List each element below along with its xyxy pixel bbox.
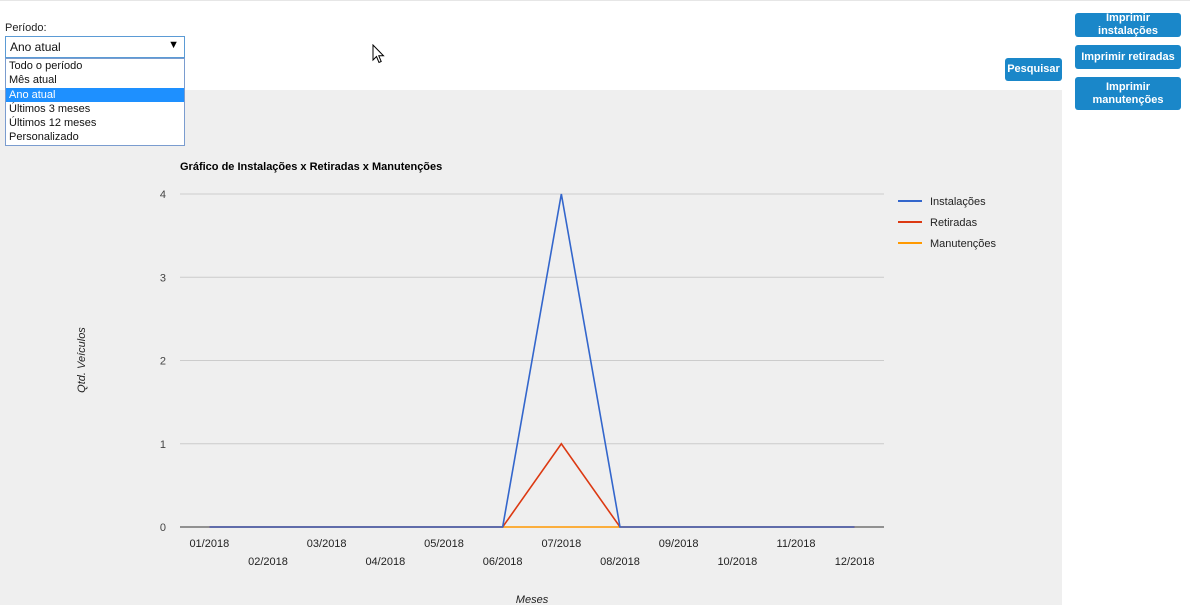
y-tick-label: 4 xyxy=(160,189,166,201)
search-button[interactable]: Pesquisar xyxy=(1005,58,1062,81)
x-tick-label: 08/2018 xyxy=(600,556,640,568)
period-select-value: Ano atual xyxy=(10,40,61,54)
print-removals-button[interactable]: Imprimir retiradas xyxy=(1075,45,1181,69)
period-label: Período: xyxy=(5,22,47,34)
y-axis-label: Qtd. Veículos xyxy=(76,327,88,393)
x-tick-label: 02/2018 xyxy=(248,556,288,568)
y-tick-label: 2 xyxy=(160,356,166,368)
series-line-1 xyxy=(209,442,855,528)
dropdown-arrow-icon: ▼ xyxy=(168,39,179,51)
chart-panel: Gráfico de Instalações x Retiradas x Man… xyxy=(0,90,1062,605)
top-divider xyxy=(0,0,1190,1)
x-tick-label: 09/2018 xyxy=(659,538,699,550)
print-installations-button[interactable]: Imprimir instalações xyxy=(1075,12,1181,37)
x-tick-label: 12/2018 xyxy=(835,556,875,568)
y-tick-label: 3 xyxy=(160,272,166,284)
x-tick-label: 07/2018 xyxy=(541,538,581,550)
legend-label: Manutenções xyxy=(930,238,997,250)
x-tick-label: 10/2018 xyxy=(717,556,757,568)
chart-title: Gráfico de Instalações x Retiradas x Man… xyxy=(180,161,442,173)
print-maintenance-button[interactable]: Imprimir manutenções xyxy=(1075,77,1181,110)
x-tick-label: 05/2018 xyxy=(424,538,464,550)
x-tick-label: 11/2018 xyxy=(777,538,816,550)
x-tick-label: 04/2018 xyxy=(365,556,405,568)
period-option[interactable]: Mês atual xyxy=(6,73,184,87)
report-page: Período: Ano atual ▼ Todo o período Mês a… xyxy=(0,0,1190,605)
y-tick-label: 0 xyxy=(160,522,166,534)
x-tick-label: 03/2018 xyxy=(307,538,347,550)
legend-label: Retiradas xyxy=(930,217,978,229)
legend-label: Instalações xyxy=(930,196,986,208)
period-option[interactable]: Ano atual xyxy=(6,87,184,102)
y-tick-label: 1 xyxy=(160,439,166,451)
period-option[interactable]: Todo o período xyxy=(6,59,184,73)
period-option[interactable]: Últimos 3 meses xyxy=(6,102,184,116)
x-tick-label: 01/2018 xyxy=(189,538,229,550)
period-dropdown-list: Todo o período Mês atual Ano atual Últimos … xyxy=(5,58,185,146)
mouse-pointer-icon xyxy=(372,44,385,64)
x-axis-label: Meses xyxy=(516,594,549,605)
line-chart: Gráfico de Instalações x Retiradas x Man… xyxy=(76,161,997,605)
x-tick-label: 06/2018 xyxy=(483,556,523,568)
period-option[interactable]: Últimos 12 meses xyxy=(6,116,184,130)
period-option[interactable]: Personalizado xyxy=(6,130,184,144)
period-select[interactable]: Ano atual ▼ xyxy=(5,36,185,58)
